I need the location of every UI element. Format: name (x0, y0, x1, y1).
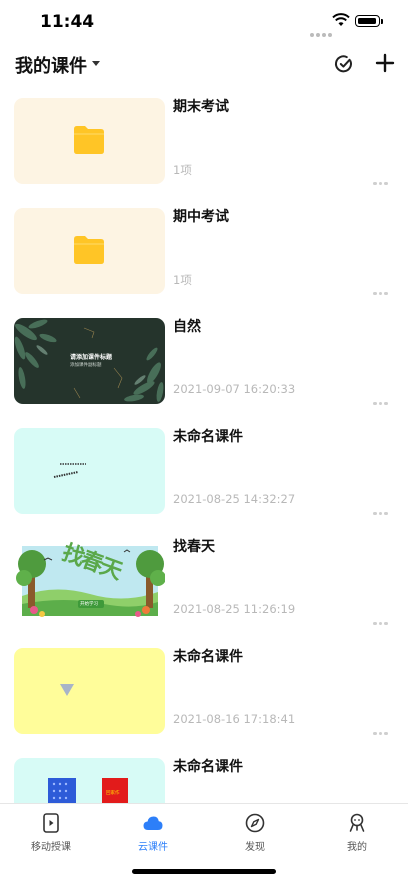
folder-thumbnail[interactable] (14, 98, 165, 184)
tab-label: 发现 (245, 842, 265, 853)
item-title: 找春天 (173, 539, 215, 555)
item-title: 期中考试 (173, 209, 229, 225)
list-item[interactable]: 请添加课件标题 添加课件副标题 自然 2021-09-07 16:20:33 (0, 306, 408, 416)
more-icon[interactable] (373, 500, 390, 519)
item-meta: 1项 (173, 163, 192, 177)
list-item[interactable]: 未命名课件 2021-08-16 17:18:41 (0, 636, 408, 746)
play-doc-icon (43, 813, 59, 833)
tab-discover[interactable]: 发现 (215, 812, 295, 853)
person-icon (349, 813, 365, 832)
chevron-down-icon[interactable] (92, 61, 100, 66)
tab-label: 我的 (347, 842, 367, 853)
item-title: 期末考试 (173, 99, 229, 115)
folder-icon (74, 126, 104, 154)
item-meta: 2021-08-25 11:26:19 (173, 602, 296, 616)
compass-icon (245, 813, 265, 833)
thumb-start-button: 开始学习 (80, 602, 98, 607)
list-item[interactable]: 期末考试 1项 (0, 86, 408, 196)
status-bar: 11:44 (0, 0, 408, 46)
battery-icon (355, 15, 380, 27)
page-title[interactable]: 我的课件 (15, 52, 87, 78)
header: 我的课件 (0, 46, 408, 86)
item-meta: 2021-08-16 17:18:41 (173, 712, 296, 726)
thumb-red-label: 回家作 (106, 791, 120, 796)
thumb-subtitle: 添加课件副标题 (70, 363, 102, 368)
item-title: 未命名课件 (173, 759, 243, 775)
list-item[interactable]: 回家作 未命名课件 (0, 746, 408, 803)
item-title: 未命名课件 (173, 429, 243, 445)
list-item[interactable]: 期中考试 1项 (0, 196, 408, 306)
tab-cloud-courseware[interactable]: 云课件 (113, 812, 193, 853)
more-icon[interactable] (373, 720, 390, 739)
more-icon[interactable] (373, 280, 390, 299)
cyan-thumbnail[interactable] (14, 428, 165, 514)
courseware-list: 期末考试 1项 期中考试 1项 请添加课件标题 添加课件副标题 自然 2021-… (0, 86, 408, 803)
cloud-icon (143, 816, 163, 830)
tab-label: 云课件 (138, 842, 168, 853)
status-time: 11:44 (40, 12, 95, 32)
leaves-graphic (14, 319, 164, 402)
triangle-shape (60, 684, 74, 696)
wifi-icon (332, 13, 350, 26)
tab-label: 移动授课 (31, 842, 71, 853)
folder-thumbnail[interactable] (14, 208, 165, 294)
item-title: 未命名课件 (173, 649, 243, 665)
item-meta: 2021-08-25 14:32:27 (173, 492, 296, 506)
list-item[interactable]: 未命名课件 2021-08-25 14:32:27 (0, 416, 408, 526)
text-placeholder-graphic (53, 463, 86, 478)
item-meta: 1项 (173, 273, 192, 287)
cyan-thumbnail[interactable]: 回家作 (14, 758, 165, 803)
more-icon[interactable] (373, 610, 390, 629)
folder-icon (74, 236, 104, 264)
tab-mobile-teaching[interactable]: 移动授课 (11, 812, 91, 853)
plus-icon[interactable] (375, 53, 395, 73)
nature-thumbnail[interactable]: 请添加课件标题 添加课件副标题 (14, 318, 165, 404)
home-indicator (132, 869, 276, 874)
yellow-thumbnail[interactable] (14, 648, 165, 734)
list-item[interactable]: 找春天 开始学习 找春天 2021-08-25 11:26:19 (0, 526, 408, 636)
signal-icon (310, 22, 334, 41)
tab-me[interactable]: 我的 (317, 812, 397, 853)
spring-thumbnail[interactable]: 找春天 开始学习 (14, 538, 165, 624)
thumb-title: 请添加课件标题 (70, 354, 113, 361)
books-graphic (48, 778, 128, 803)
item-meta: 2021-09-07 16:20:33 (173, 382, 296, 396)
check-circle-icon[interactable] (334, 54, 354, 74)
more-icon[interactable] (373, 390, 390, 409)
more-icon[interactable] (373, 170, 390, 189)
item-title: 自然 (173, 319, 201, 335)
